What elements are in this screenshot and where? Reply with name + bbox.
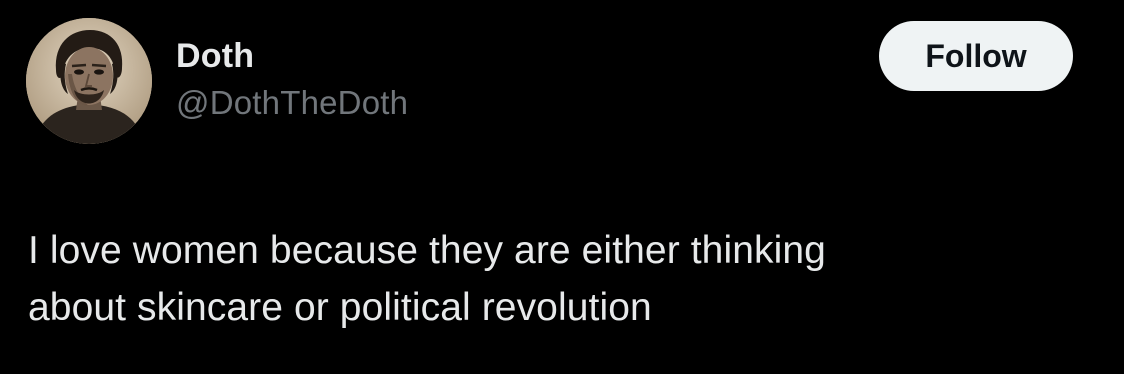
tweet-card: Doth @DothTheDoth Follow I love women be… [0, 0, 1124, 374]
author-display-name[interactable]: Doth [176, 36, 408, 76]
tweet-text-line: I love women because they are either thi… [28, 229, 826, 272]
follow-button[interactable]: Follow [879, 21, 1073, 91]
author-handle[interactable]: @DothTheDoth [176, 83, 408, 123]
author-info: Doth @DothTheDoth [176, 36, 408, 123]
avatar[interactable] [26, 18, 152, 144]
tweet-text: I love women because they are either thi… [28, 222, 1108, 336]
avatar-portrait-image [26, 18, 152, 144]
tweet-text-line: about skincare or political revolution [28, 286, 652, 329]
